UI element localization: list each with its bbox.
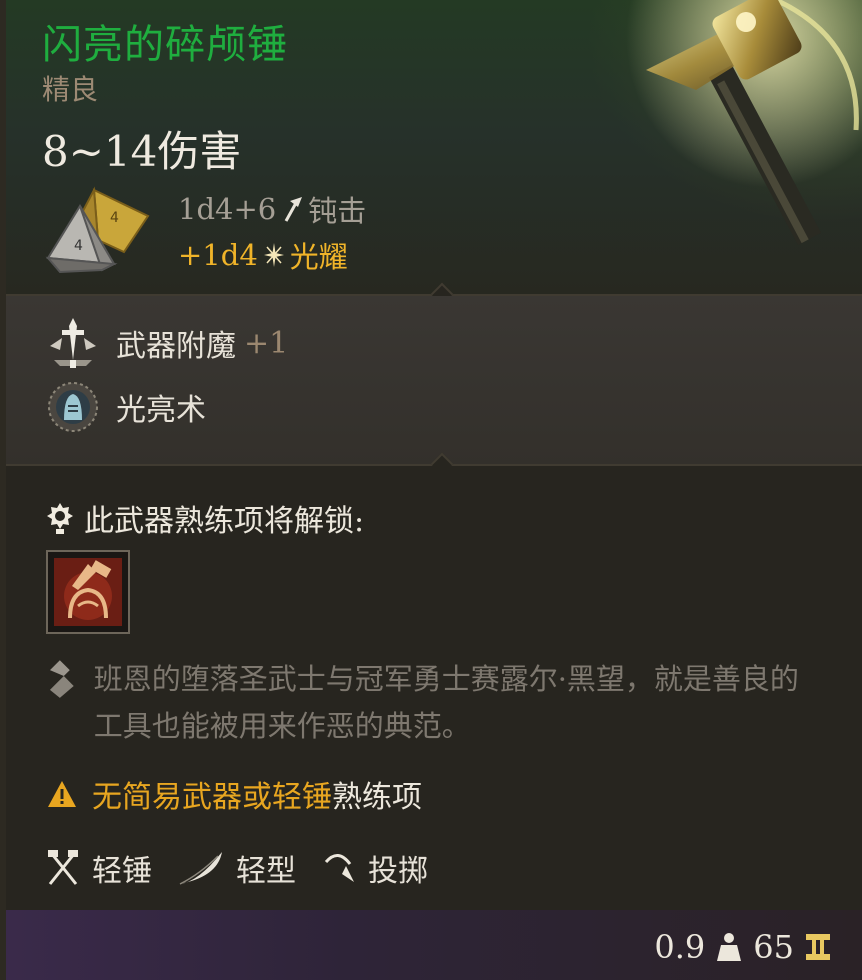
crossed-hammers-icon [48, 850, 78, 885]
proficiency-badge-icon [47, 503, 73, 534]
item-tooltip: 闪亮的碎颅锤 精良 8~14伤害 4 4 1d4+6 钝击 +1d4 光耀 武器… [0, 0, 862, 980]
quill-icon [49, 660, 74, 698]
property-label: 轻锤 [92, 854, 152, 889]
item-lore: 班恩的堕落圣武士与冠军勇士赛露尔·黑望，就是善良的工具也能被用来作恶的典范。 [46, 656, 826, 750]
damage-range: 8~14伤害 [42, 127, 242, 176]
weapon-illustration [626, 0, 862, 250]
property-label: 投掷 [368, 854, 428, 889]
mace-icon [284, 197, 303, 222]
damage-type: 光耀 [289, 240, 348, 274]
damage-dice: 1d4+6 [178, 192, 277, 226]
lore-text: 班恩的堕落圣武士与冠军勇士赛露尔·黑望，就是善良的工具也能被用来作恶的典范。 [93, 662, 799, 743]
sword-enchant-icon [50, 318, 96, 368]
enchant-label: 光亮术 [116, 393, 206, 428]
feather-icon [179, 852, 222, 885]
proficiency-title-text: 此武器熟练项将解锁: [84, 504, 365, 539]
svg-text:4: 4 [110, 210, 119, 226]
light-spell-icon [48, 382, 98, 432]
property-thrown[interactable]: 投掷 [322, 846, 428, 890]
dice-icon: 4 4 [45, 186, 150, 274]
property-light[interactable]: 轻型 [178, 846, 296, 890]
section-divider [6, 452, 862, 476]
property-light-hammer[interactable]: 轻锤 [46, 846, 152, 890]
property-label: 轻型 [236, 854, 296, 889]
warning-rest: 熟练项 [332, 780, 422, 815]
warning-icon [48, 781, 76, 807]
weight-icon [717, 933, 742, 961]
enchant-row-light[interactable]: 光亮术 [46, 380, 206, 434]
tooltip-header: 闪亮的碎颅锤 精良 8~14伤害 4 4 1d4+6 钝击 +1d4 光耀 [6, 0, 862, 296]
proficiency-passive-slot[interactable] [46, 550, 130, 634]
damage-type: 钝击 [308, 194, 367, 228]
enchant-bonus: +1 [244, 325, 289, 361]
proficiency-warning: 无简易武器或轻锤熟练项 [46, 772, 422, 816]
svg-text:4: 4 [74, 238, 83, 254]
warning-highlight: 无简易武器或轻锤 [92, 780, 332, 815]
damage-row-radiant: +1d4 光耀 [178, 234, 348, 276]
throw-icon [324, 854, 354, 882]
proficiency-passive-icon [54, 558, 122, 626]
damage-row-bludgeoning: 1d4+6 钝击 [178, 188, 366, 230]
item-name: 闪亮的碎颅锤 [42, 22, 288, 68]
weapon-properties: 轻锤 轻型 投掷 [46, 846, 454, 890]
enchantment-section: 武器附魔 +1 光亮术 [6, 296, 862, 466]
enchant-row-weapon[interactable]: 武器附魔 +1 [46, 316, 288, 370]
item-rarity: 精良 [42, 73, 99, 106]
damage-dice: +1d4 [178, 238, 258, 272]
item-stats: 0.9 65 [654, 928, 832, 966]
gold-coin-icon [806, 934, 830, 960]
proficiency-unlock-title: 此武器熟练项将解锁: [46, 496, 364, 540]
item-weight: 0.9 [654, 928, 706, 966]
enchant-label: 武器附魔 [116, 329, 236, 364]
item-value: 65 [753, 928, 794, 966]
radiant-sparkle-icon [263, 243, 284, 267]
tooltip-footer: 0.9 65 [6, 910, 862, 980]
